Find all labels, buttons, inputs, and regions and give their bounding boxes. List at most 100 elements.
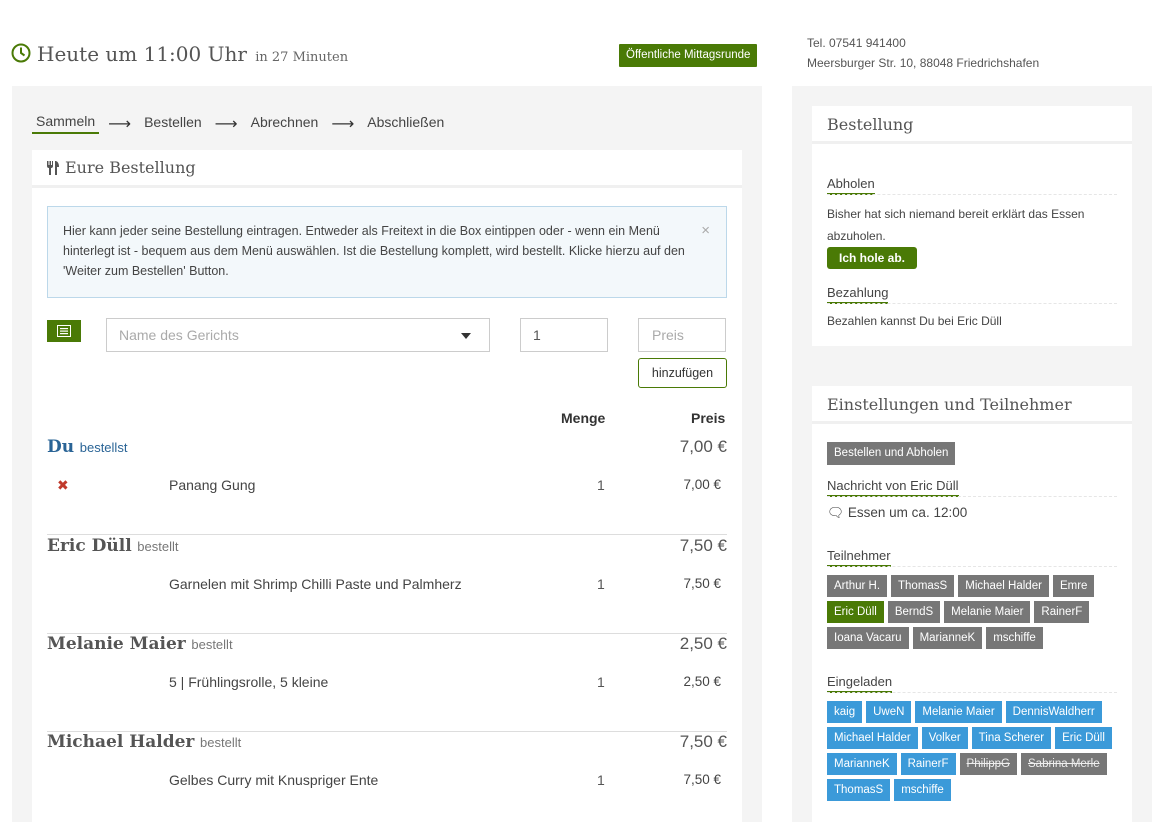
relative-time: in 27 Minuten xyxy=(255,50,349,65)
invited-tag[interactable]: Michael Halder xyxy=(827,727,918,749)
order-verb: bestellt xyxy=(200,735,242,750)
order-status-title: Bestellung xyxy=(812,106,1132,144)
order-status-card: Bestellung Abholen Bisher hat sich niema… xyxy=(812,106,1132,346)
order-card-title: Eure Bestellung xyxy=(65,158,196,177)
participant-tag[interactable]: mschiffe xyxy=(986,627,1043,649)
invited-tag[interactable]: mschiffe xyxy=(894,779,951,801)
order-total: 7,50 € xyxy=(679,732,727,751)
info-text: Hier kann jeder seine Bestellung eintrag… xyxy=(63,224,685,278)
price-input[interactable]: Preis xyxy=(638,318,726,352)
participants-heading: Teilnehmer xyxy=(827,548,891,567)
arrow-right-icon: ⟶ xyxy=(331,115,355,133)
invited-tag[interactable]: DennisWaldherr xyxy=(1005,701,1102,723)
participant-tag[interactable]: Melanie Maier xyxy=(944,601,1031,623)
participant-tag[interactable]: Arthur H. xyxy=(827,575,888,597)
dish-name: Garnelen mit Shrimp Chilli Paste und Pal… xyxy=(169,576,462,592)
settings-title: Einstellungen und Teilnehmer xyxy=(812,386,1132,424)
payment-text: Bezahlen kannst Du bei Eric Düll xyxy=(827,314,1002,328)
dish-price: 2,50 € xyxy=(683,674,721,689)
dish-quantity: 1 xyxy=(597,772,605,788)
participant-tag[interactable]: BerndS xyxy=(887,601,941,623)
dish-quantity: 1 xyxy=(597,477,605,493)
close-icon[interactable]: × xyxy=(701,221,710,241)
restaurant-contact: Tel. 07541 941400 Meersburger Str. 10, 8… xyxy=(807,33,1039,73)
info-alert: Hier kann jeder seine Bestellung eintrag… xyxy=(47,206,727,298)
orderer-name: Melanie Maier xyxy=(47,634,186,654)
dish-quantity: 1 xyxy=(597,674,605,690)
menu-button[interactable] xyxy=(47,320,81,342)
invited-tag[interactable]: Melanie Maier xyxy=(915,701,1002,723)
step-collect[interactable]: Sammeln xyxy=(32,113,100,134)
step-order[interactable]: Bestellen xyxy=(140,114,206,133)
dish-select[interactable]: Name des Gerichts xyxy=(106,318,490,352)
add-button[interactable]: hinzufügen xyxy=(638,358,727,388)
phone-number: Tel. 07541 941400 xyxy=(807,36,906,50)
mode-button[interactable]: Bestellen und Abholen xyxy=(827,442,956,465)
order-row-self: Du bestellst 7,00 € ✖ Panang Gung 1 7,00… xyxy=(47,437,727,535)
order-verb: bestellst xyxy=(79,440,128,455)
order-row: Eric Düll bestellt 7,50 € Garnelen mit S… xyxy=(47,536,727,634)
invited-tag[interactable]: Eric Düll xyxy=(1055,727,1112,749)
order-card: Eure Bestellung Hier kann jeder seine Be… xyxy=(32,150,742,822)
pickup-heading: Abholen xyxy=(827,176,875,195)
pickup-button[interactable]: Ich hole ab. xyxy=(827,247,918,269)
arrow-right-icon: ⟶ xyxy=(108,115,132,133)
dish-price: 7,50 € xyxy=(683,576,721,591)
top-bar: Heute um 11:00 Uhr in 27 Minuten Öffentl… xyxy=(0,0,1163,86)
speech-bubble-icon: 🗨︎ xyxy=(827,505,845,520)
order-verb: bestellt xyxy=(191,637,233,652)
invited-tag-declined[interactable]: PhilippG xyxy=(959,753,1017,775)
order-row: Michael Halder bestellt 7,50 € Gelbes Cu… xyxy=(47,732,727,822)
dish-price: 7,00 € xyxy=(683,477,721,492)
dish-placeholder: Name des Gerichts xyxy=(119,327,239,343)
step-progress: Sammeln ⟶ Bestellen ⟶ Abrechnen ⟶ Abschl… xyxy=(32,113,448,134)
dish-name: Gelbes Curry mit Knuspriger Ente xyxy=(169,772,379,788)
dish-quantity: 1 xyxy=(597,576,605,592)
caret-down-icon xyxy=(461,333,471,339)
participant-tag[interactable]: Michael Halder xyxy=(958,575,1049,597)
participant-tag-host[interactable]: Eric Düll xyxy=(827,601,884,623)
message: 🗨︎ Essen um ca. 12:00 xyxy=(827,502,967,524)
participant-tag[interactable]: MarianneK xyxy=(912,627,983,649)
invited-tag[interactable]: Volker xyxy=(921,727,968,749)
invited-tag[interactable]: UweN xyxy=(866,701,912,723)
invited-tag-declined[interactable]: Sabrina Merle xyxy=(1021,753,1107,775)
pickup-text: Bisher hat sich niemand bereit erklärt d… xyxy=(827,207,1085,243)
order-card-header: Eure Bestellung xyxy=(32,150,742,188)
orderer-name: Eric Düll xyxy=(47,536,132,556)
participants-list: Arthur H. ThomasS Michael Halder Emre Er… xyxy=(827,575,1127,649)
invited-tag[interactable]: kaig xyxy=(827,701,863,723)
public-lunch-badge: Öffentliche Mittagsrunde xyxy=(619,44,758,67)
invited-tag[interactable]: Tina Scherer xyxy=(971,727,1052,749)
step-settle[interactable]: Abrechnen xyxy=(247,114,323,133)
participant-tag[interactable]: ThomasS xyxy=(891,575,955,597)
order-total: 7,50 € xyxy=(679,536,727,555)
arrow-right-icon: ⟶ xyxy=(214,115,238,133)
dish-name: 5 | Frühlingsrolle, 5 kleine xyxy=(169,674,329,690)
participant-tag[interactable]: Ioana Vacaru xyxy=(827,627,909,649)
orderer-name: Du xyxy=(47,437,75,457)
invited-tag[interactable]: MarianneK xyxy=(827,753,897,775)
invited-list: kaig UweN Melanie Maier DennisWaldherr M… xyxy=(827,701,1127,801)
participant-tag[interactable]: Emre xyxy=(1052,575,1095,597)
address: Meersburger Str. 10, 88048 Friedrichshaf… xyxy=(807,56,1040,70)
order-total: 7,00 € xyxy=(679,437,727,456)
participant-tag[interactable]: RainerF xyxy=(1034,601,1090,623)
order-row: Melanie Maier bestellt 2,50 € 5 | Frühli… xyxy=(47,634,727,732)
column-price: Preis xyxy=(691,410,726,426)
list-icon xyxy=(57,325,71,337)
delete-icon[interactable]: ✖ xyxy=(57,477,69,494)
invited-tag[interactable]: ThomasS xyxy=(827,779,891,801)
step-finish[interactable]: Abschließen xyxy=(363,114,448,133)
quantity-input[interactable]: 1 xyxy=(520,318,608,352)
clock-icon xyxy=(11,43,31,63)
orderer-name: Michael Halder xyxy=(47,732,195,752)
cutlery-icon xyxy=(47,160,59,175)
invited-tag[interactable]: RainerF xyxy=(900,753,956,775)
page-title: Heute um 11:00 Uhr in 27 Minuten xyxy=(37,42,349,66)
invited-heading: Eingeladen xyxy=(827,674,893,693)
order-verb: bestellt xyxy=(137,539,179,554)
settings-card: Einstellungen und Teilnehmer Bestellen u… xyxy=(812,386,1132,822)
column-quantity: Menge xyxy=(561,410,606,426)
message-heading: Nachricht von Eric Düll xyxy=(827,478,959,497)
